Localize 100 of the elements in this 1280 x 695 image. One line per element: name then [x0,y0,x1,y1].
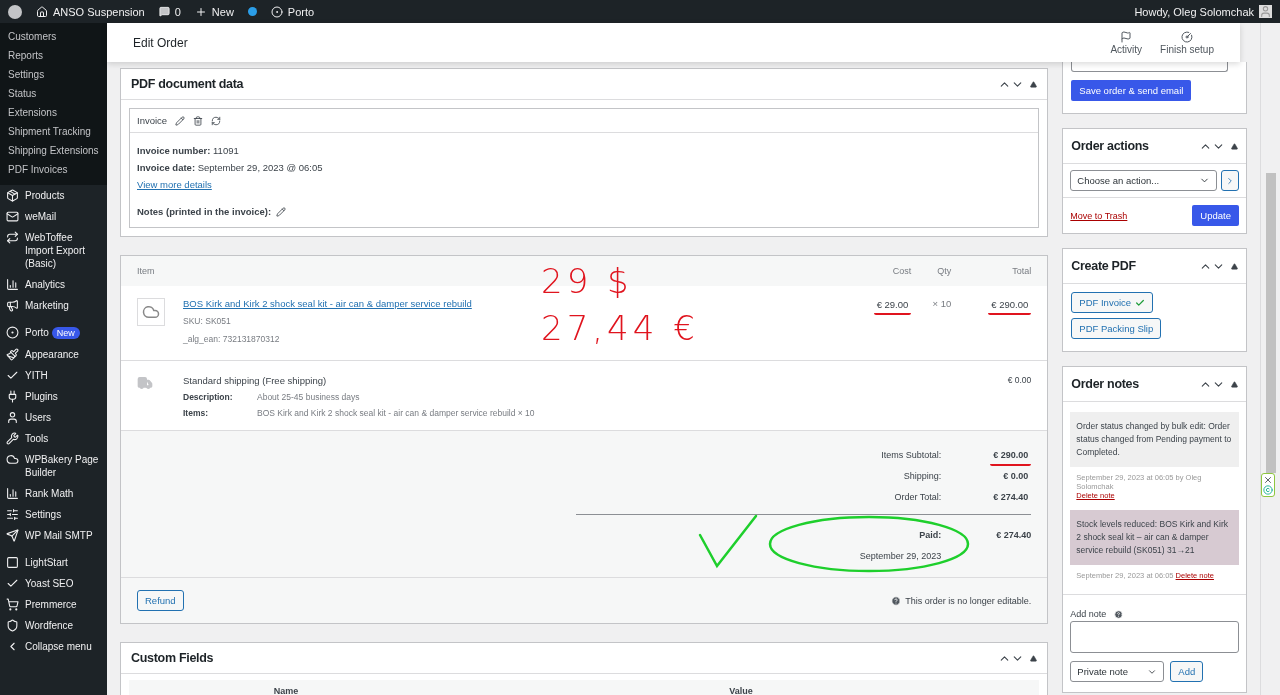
trash-icon[interactable] [193,115,204,126]
total-label: Items Subtotal: [880,449,942,462]
menu-item[interactable]: Analytics [0,274,107,295]
header-action[interactable]: Activity [1110,30,1143,55]
menu-item[interactable]: Tools [0,428,107,449]
bar-chart-icon [6,487,19,500]
note-field[interactable] [1070,621,1239,653]
menu-item[interactable]: Users [0,407,107,428]
menu-item[interactable]: Collapse menu [0,636,107,657]
avatar-icon [1259,5,1272,18]
scroll-thumb[interactable] [1265,173,1276,473]
menu-item[interactable]: Plugins [0,386,107,407]
panel-title: Create PDF [1071,259,1137,273]
notes-label: Notes (printed in the invoice): [137,206,272,217]
account-link[interactable]: Howdy, Oleg Solomchak [1134,5,1272,18]
close-icon[interactable] [1263,475,1273,485]
column-header: Total [1011,266,1032,276]
menu-item[interactable]: Porto New [0,322,107,344]
comments-link[interactable]: 0 [158,5,181,18]
menu-item[interactable]: Rank Math [0,483,107,504]
total-amount: € 0.00 [1002,470,1030,483]
trash-link[interactable]: Move to Trash [1070,210,1128,221]
shipping-name: Standard shipping (Free shipping) [183,375,328,386]
update-button[interactable]: Update [1192,205,1239,226]
ring-icon [270,5,283,18]
arrows-icon [6,231,19,244]
new-link[interactable]: New [194,5,234,18]
home-icon [36,5,48,18]
submenu-item[interactable]: Reports [0,46,107,65]
save-button[interactable]: Save order & send email [1071,80,1192,101]
box-icon [6,189,19,202]
bar-chart-icon [6,278,19,291]
collapse-icon[interactable] [1030,80,1038,88]
edit-icon[interactable] [276,206,287,217]
sku-text: SKU: SK051 [183,316,232,326]
submenu-item[interactable]: Extensions [0,103,107,122]
regenerate-icon[interactable] [211,115,222,126]
panel-title: Custom Fields [131,651,215,665]
total-label: Shipping: [902,470,942,483]
porto-link[interactable]: Porto [270,5,315,18]
shield-icon [6,619,19,632]
details-link[interactable]: View more details [137,179,212,190]
menu-item[interactable]: WebToffee Import Export (Basic) [0,227,107,274]
menu-item[interactable]: weMail [0,206,107,227]
comment-icon [158,6,170,17]
submenu-item[interactable]: Settings [0,65,107,84]
edit-icon[interactable] [175,115,186,126]
menu-item[interactable]: Appearance [0,344,107,365]
invoice-title: Invoice [137,115,168,126]
total-value: € 290.00 [988,298,1032,315]
product-link[interactable]: BOS Kirk and Kirk 2 shock seal kit - air can & damper service rebuild [183,298,472,309]
apply-button[interactable] [1221,170,1239,191]
submenu-item[interactable]: Status [0,84,107,103]
menu-item[interactable]: LightStart [0,552,107,573]
pdf-button[interactable]: PDF Packing Slip [1071,318,1162,339]
column-header: Cost [891,266,912,276]
menu-item[interactable]: Marketing [0,295,107,316]
action-select[interactable]: Choose an action... [1070,170,1217,191]
meta-label: Description: [183,392,234,402]
submenu-item[interactable]: Customers [0,27,107,46]
menu-item[interactable]: Wordfence [0,615,107,636]
column-header: Name [272,686,300,695]
cart-icon [6,598,19,611]
submenu-item[interactable]: Shipment Tracking [0,122,107,141]
header-action[interactable]: Finish setup [1160,30,1214,55]
refund-button[interactable]: Refund [137,590,184,611]
invoice-field: Invoice date: September 29, 2023 @ 06:05 [137,162,1032,173]
menu-item[interactable]: Settings [0,504,107,525]
shipping-total: € 0.00 [1006,375,1032,385]
collapse-icon[interactable] [1030,654,1038,662]
submenu-item[interactable]: PDF Invoices [0,160,107,179]
page-title: Edit Order [133,35,189,50]
plus-icon [194,5,207,18]
menu-item[interactable]: Premmerce [0,594,107,615]
ring-icon [6,326,19,339]
menu-item[interactable]: Products [0,185,107,206]
menu-item[interactable]: WP Mail SMTP [0,525,107,546]
menu-item[interactable]: WPBakery Page Builder [0,449,107,483]
truck-icon [137,375,153,391]
total-label: Order Total: [893,491,942,504]
check-icon [6,577,19,590]
site-link[interactable]: ANSO Suspension [36,5,145,18]
menu-item[interactable]: YITH [0,365,107,386]
menu-item[interactable]: Yoast SEO [0,573,107,594]
collapse-icon[interactable] [1231,380,1238,388]
add-button[interactable]: Add [1170,661,1204,682]
note-type-select[interactable]: Private note [1070,661,1165,682]
cloud-icon [6,453,19,466]
collapse-icon[interactable] [1231,262,1238,270]
pdf-button[interactable]: PDF Invoice [1071,292,1154,313]
submenu-item[interactable]: Shipping Extensions [0,141,107,160]
handwritten-note: 27,44 € [541,308,699,348]
plug-icon [6,390,19,403]
input-field[interactable] [1071,62,1228,72]
handwritten-note: 29 $ [541,261,633,301]
collapse-icon[interactable] [1231,142,1238,150]
seo-status-icon[interactable] [247,7,257,16]
product-thumbnail [137,298,165,326]
column-header: Qty [936,266,952,276]
column-header: Item [137,266,156,276]
